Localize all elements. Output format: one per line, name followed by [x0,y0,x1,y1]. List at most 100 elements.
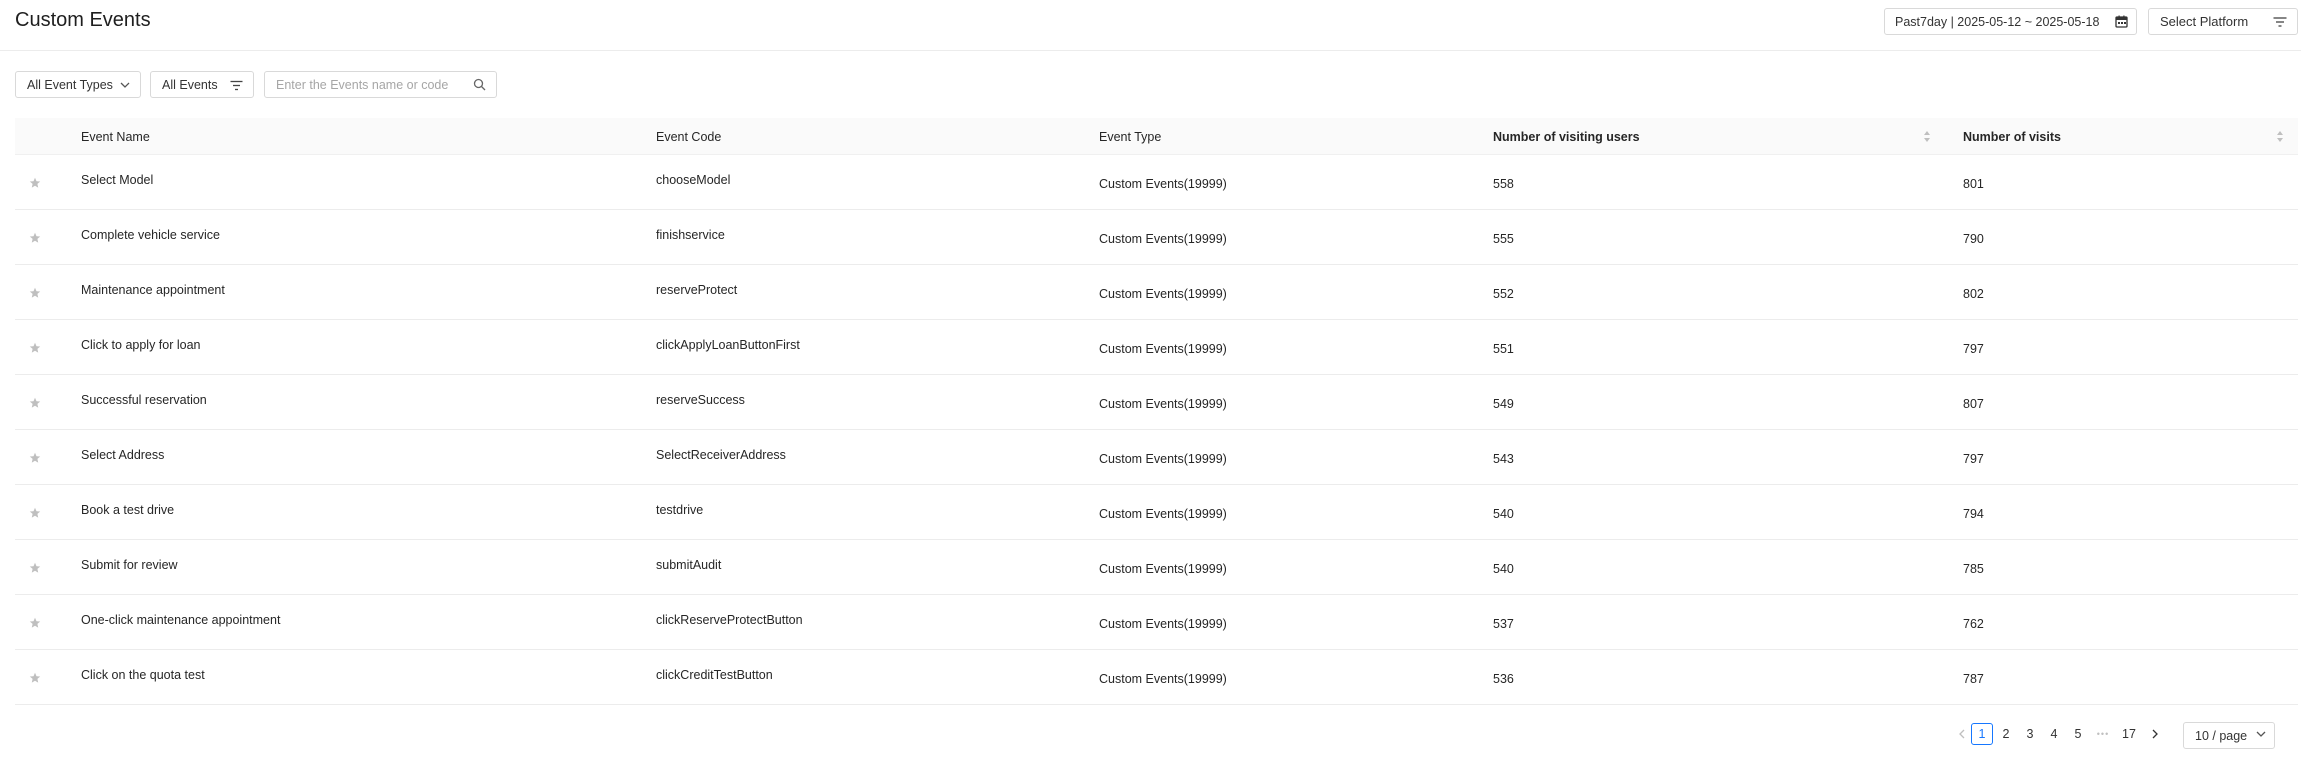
calendar-icon [2115,15,2128,28]
event-name[interactable]: Successful reservation [81,393,207,407]
star-icon[interactable] [29,672,41,684]
event-code: clickReserveProtectButton [656,613,803,627]
event-name[interactable]: Maintenance appointment [81,283,225,297]
page-2[interactable]: 2 [1995,723,2017,745]
star-icon[interactable] [29,342,41,354]
table-body: Select Model chooseModel Custom Events(199… [15,155,2298,705]
page-ellipsis[interactable]: ••• [2092,723,2114,745]
event-code: chooseModel [656,173,731,187]
event-name[interactable]: Complete vehicle service [81,228,220,242]
sort-icon[interactable] [2276,130,2284,143]
events-table: Event Name Event Code Event Type Number … [15,118,2298,705]
event-type: Custom Events(19999) [1099,562,1227,576]
event-types-dropdown[interactable]: All Event Types [15,71,141,98]
event-name[interactable]: Select Model [81,173,153,187]
page-header: Custom Events Past7day | 2025-05-12 ~ 20… [0,0,2301,51]
page-title: Custom Events [15,9,151,31]
star-icon[interactable] [29,397,41,409]
page-1[interactable]: 1 [1971,723,1993,745]
sort-icon[interactable] [1923,130,1931,143]
visits-count: 762 [1963,617,1984,631]
platform-select-label: Select Platform [2160,14,2249,29]
chevron-down-icon [2256,731,2266,737]
event-code: reserveSuccess [656,393,745,407]
column-header-visiting-users[interactable]: Number of visiting users [1493,118,1640,155]
event-name[interactable]: One-click maintenance appointment [81,613,280,627]
search-input[interactable] [265,72,455,97]
platform-select[interactable]: Select Platform [2148,8,2298,35]
search-icon[interactable] [473,78,486,91]
chevron-right-icon [2152,729,2158,739]
table-row[interactable]: Successful reservation reserveSuccess Cust… [15,375,2298,430]
star-icon[interactable] [29,507,41,519]
page-3[interactable]: 3 [2019,723,2041,745]
page-5[interactable]: 5 [2067,723,2089,745]
filter-icon [2273,17,2287,27]
visiting-users-count: 555 [1493,232,1514,246]
event-type: Custom Events(19999) [1099,672,1227,686]
event-code: clickApplyLoanButtonFirst [656,338,800,352]
event-code: clickCreditTestButton [656,668,773,682]
event-name[interactable]: Select Address [81,448,164,462]
table-row[interactable]: Click to apply for loan clickApplyLoanBut… [15,320,2298,375]
column-header-visits[interactable]: Number of visits [1963,118,2061,155]
table-header: Event Name Event Code Event Type Number … [15,118,2298,155]
event-code: SelectReceiverAddress [656,448,786,462]
event-search [264,71,497,98]
star-icon[interactable] [29,617,41,629]
event-code: testdrive [656,503,704,517]
all-events-label: All Events [162,77,218,92]
chevron-left-icon [1958,729,1964,739]
visiting-users-count: 551 [1493,342,1514,356]
event-code: reserveProtect [656,283,738,297]
page-last[interactable]: 17 [2118,723,2140,745]
page-size-select[interactable]: 10 / page [2183,722,2275,749]
visiting-users-count: 552 [1493,287,1514,301]
column-header-event-type: Event Type [1099,129,1162,144]
visits-count: 785 [1963,562,1984,576]
event-type: Custom Events(19999) [1099,397,1227,411]
star-icon[interactable] [29,177,41,189]
star-icon[interactable] [29,287,41,299]
event-name[interactable]: Click to apply for loan [81,338,201,352]
table-row[interactable]: Select Address SelectReceiverAddress Custo… [15,430,2298,485]
event-type: Custom Events(19999) [1099,452,1227,466]
visits-count: 801 [1963,177,1984,191]
visits-count: 794 [1963,507,1984,521]
visiting-users-count: 558 [1493,177,1514,191]
star-icon[interactable] [29,562,41,574]
table-row[interactable]: One-click maintenance appointment clickRe… [15,595,2298,650]
event-type: Custom Events(19999) [1099,342,1227,356]
event-type: Custom Events(19999) [1099,617,1227,631]
table-row[interactable]: Submit for review submitAudit Custom Event… [15,540,2298,595]
visiting-users-count: 543 [1493,452,1514,466]
table-row[interactable]: Select Model chooseModel Custom Events(199… [15,155,2298,210]
event-type: Custom Events(19999) [1099,507,1227,521]
date-range-value: Past7day | 2025-05-12 ~ 2025-05-18 [1895,14,2100,29]
visits-count: 797 [1963,342,1984,356]
next-page-button[interactable] [2144,723,2166,745]
all-events-filter[interactable]: All Events [150,71,254,98]
event-types-label: All Event Types [27,77,113,92]
visits-count: 790 [1963,232,1984,246]
event-type: Custom Events(19999) [1099,177,1227,191]
event-type: Custom Events(19999) [1099,287,1227,301]
visits-count: 807 [1963,397,1984,411]
table-row[interactable]: Complete vehicle service finishservice Cus… [15,210,2298,265]
table-row[interactable]: Maintenance appointment reserveProtect Cus… [15,265,2298,320]
table-row[interactable]: Click on the quota test clickCreditTestBu… [15,650,2298,705]
event-code: submitAudit [656,558,722,572]
date-range-picker[interactable]: Past7day | 2025-05-12 ~ 2025-05-18 [1884,8,2137,35]
table-row[interactable]: Book a test drive testdrive Custom Events(… [15,485,2298,540]
visiting-users-count: 536 [1493,672,1514,686]
star-icon[interactable] [29,232,41,244]
event-name[interactable]: Submit for review [81,558,178,572]
visits-count: 797 [1963,452,1984,466]
prev-page-button[interactable] [1950,723,1972,745]
filter-icon [230,80,243,91]
star-icon[interactable] [29,452,41,464]
event-name[interactable]: Book a test drive [81,503,174,517]
page-4[interactable]: 4 [2043,723,2065,745]
visits-count: 802 [1963,287,1984,301]
event-name[interactable]: Click on the quota test [81,668,205,682]
